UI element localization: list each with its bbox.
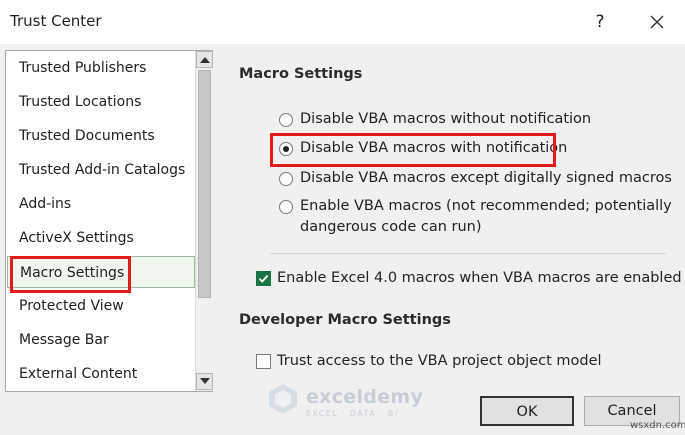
arrow-down-icon bbox=[200, 378, 210, 384]
radio-enable-vba-macros[interactable] bbox=[279, 200, 293, 214]
developer-macro-settings-heading: Developer Macro Settings bbox=[239, 312, 451, 328]
radio-disable-without-notification[interactable] bbox=[279, 113, 293, 127]
sidebar-item-trusted-publishers[interactable]: Trusted Publishers bbox=[7, 52, 195, 84]
sidebar-item-trusted-locations[interactable]: Trusted Locations bbox=[7, 86, 195, 118]
sidebar-item-protected-view[interactable]: Protected View bbox=[7, 290, 195, 322]
checkbox-trust-vba-access[interactable] bbox=[256, 354, 271, 369]
radio-label-enable-line-2[interactable]: dangerous code can run) bbox=[300, 219, 482, 235]
watermark-tagline: EXCEL · DATA · BI bbox=[306, 409, 399, 418]
sidebar-item-message-bar[interactable]: Message Bar bbox=[7, 324, 195, 356]
sidebar-item-external-content[interactable]: External Content bbox=[7, 358, 195, 390]
checkbox-label-excel4-macros[interactable]: Enable Excel 4.0 macros when VBA macros … bbox=[277, 270, 682, 286]
scroll-thumb[interactable] bbox=[198, 70, 211, 298]
sidebar-item-activex-settings[interactable]: ActiveX Settings bbox=[7, 222, 195, 254]
exceldemy-logo-icon bbox=[269, 384, 297, 414]
sidebar-item-add-ins[interactable]: Add-ins bbox=[7, 188, 195, 220]
window-title: Trust Center bbox=[10, 12, 102, 30]
radio-disable-except-signed[interactable] bbox=[279, 172, 293, 186]
sidebar-item-macro-settings[interactable]: Macro Settings bbox=[7, 256, 195, 288]
site-watermark: wsxdn.com bbox=[630, 420, 685, 431]
category-list[interactable]: Trusted Publishers Trusted Locations Tru… bbox=[5, 50, 213, 392]
checkmark-icon bbox=[258, 274, 269, 283]
help-button[interactable]: ? bbox=[590, 9, 610, 35]
radio-label-disable-except-signed[interactable]: Disable VBA macros except digitally sign… bbox=[300, 170, 672, 186]
watermark-name: exceldemy bbox=[306, 386, 424, 408]
settings-panel: Macro Settings Disable VBA macros withou… bbox=[226, 44, 685, 435]
close-button[interactable] bbox=[646, 9, 668, 35]
scroll-up-button[interactable] bbox=[196, 51, 213, 68]
radio-label-disable-without-notification[interactable]: Disable VBA macros without notification bbox=[300, 111, 591, 127]
sidebar-item-trusted-documents[interactable]: Trusted Documents bbox=[7, 120, 195, 152]
scroll-down-button[interactable] bbox=[196, 373, 213, 390]
radio-label-disable-with-notification[interactable]: Disable VBA macros with notification bbox=[300, 140, 567, 156]
radio-label-enable-line-1[interactable]: Enable VBA macros (not recommended; pote… bbox=[300, 198, 672, 214]
arrow-up-icon bbox=[200, 57, 210, 63]
radio-disable-with-notification[interactable] bbox=[279, 142, 293, 156]
checkbox-label-trust-vba-access[interactable]: Trust access to the VBA project object m… bbox=[277, 353, 602, 369]
ok-button[interactable]: OK bbox=[480, 396, 574, 426]
radio-selected-dot bbox=[283, 146, 289, 152]
checkbox-excel4-macros[interactable] bbox=[256, 271, 271, 286]
macro-settings-heading: Macro Settings bbox=[239, 66, 363, 82]
section-divider bbox=[270, 253, 666, 254]
sidebar-item-trusted-add-in-catalogs[interactable]: Trusted Add-in Catalogs bbox=[7, 154, 195, 186]
title-bar: Trust Center ? bbox=[0, 0, 685, 44]
sidebar-scrollbar[interactable] bbox=[195, 51, 213, 391]
close-icon bbox=[650, 15, 664, 29]
